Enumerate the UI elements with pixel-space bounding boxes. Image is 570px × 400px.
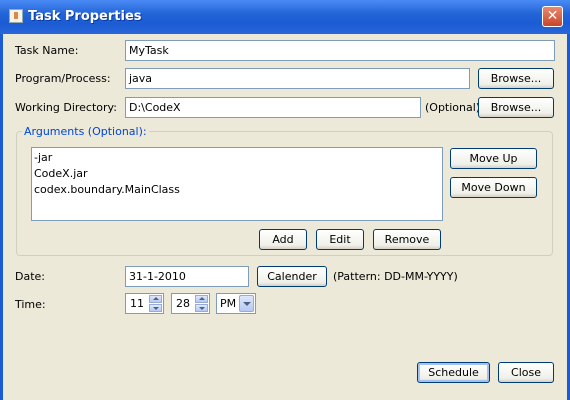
hour-value: 11 [130, 297, 144, 310]
program-input[interactable]: java [125, 68, 470, 89]
arguments-group-title: Arguments (Optional): [22, 125, 149, 138]
window-close-button[interactable]: ✕ [542, 6, 563, 27]
move-down-button[interactable]: Move Down [450, 177, 537, 198]
task-properties-dialog: Task Properties ✕ Task Name: MyTask Prog… [0, 0, 570, 400]
chevron-down-icon[interactable] [239, 295, 254, 312]
minute-down-arrow-icon[interactable] [195, 304, 208, 312]
date-pattern-hint: (Pattern: DD-MM-YYYY) [333, 270, 458, 283]
optional-hint: (Optional) [425, 101, 481, 114]
hour-spinner[interactable]: 11 [125, 293, 164, 314]
working-directory-input[interactable]: D:\CodeX [125, 97, 421, 118]
minute-value: 28 [176, 297, 190, 310]
task-name-input[interactable]: MyTask [125, 40, 555, 61]
minute-up-arrow-icon[interactable] [195, 295, 208, 303]
minute-spinner-arrows[interactable] [195, 295, 208, 312]
list-item[interactable]: codex.boundary.MainClass [34, 182, 440, 198]
title-bar[interactable]: Task Properties ✕ [0, 0, 570, 34]
java-cup-icon [9, 9, 23, 23]
add-argument-button[interactable]: Add [259, 229, 307, 250]
ampm-select[interactable]: PM [216, 293, 256, 314]
remove-argument-button[interactable]: Remove [373, 229, 441, 250]
date-label: Date: [15, 270, 45, 283]
move-up-button[interactable]: Move Up [450, 148, 537, 169]
hour-down-arrow-icon[interactable] [149, 304, 162, 312]
task-name-label: Task Name: [15, 44, 79, 57]
ampm-value: PM [220, 297, 237, 310]
list-item[interactable]: CodeX.jar [34, 166, 440, 182]
minute-spinner[interactable]: 28 [171, 293, 210, 314]
browse-directory-button[interactable]: Browse... [478, 97, 554, 118]
close-button[interactable]: Close [498, 362, 554, 383]
list-item[interactable]: -jar [34, 150, 440, 166]
hour-spinner-arrows[interactable] [149, 295, 162, 312]
window-border-left [0, 34, 3, 400]
hour-up-arrow-icon[interactable] [149, 295, 162, 303]
date-input[interactable]: 31-1-2010 [125, 266, 249, 287]
window-title: Task Properties [28, 9, 142, 24]
edit-argument-button[interactable]: Edit [316, 229, 364, 250]
browse-program-button[interactable]: Browse... [478, 68, 554, 89]
working-directory-label: Working Directory: [15, 101, 117, 114]
time-label: Time: [15, 298, 46, 311]
schedule-button[interactable]: Schedule [417, 362, 490, 383]
program-label: Program/Process: [15, 72, 111, 85]
arguments-list[interactable]: -jar CodeX.jar codex.boundary.MainClass [31, 147, 443, 221]
calender-button[interactable]: Calender [257, 266, 327, 287]
